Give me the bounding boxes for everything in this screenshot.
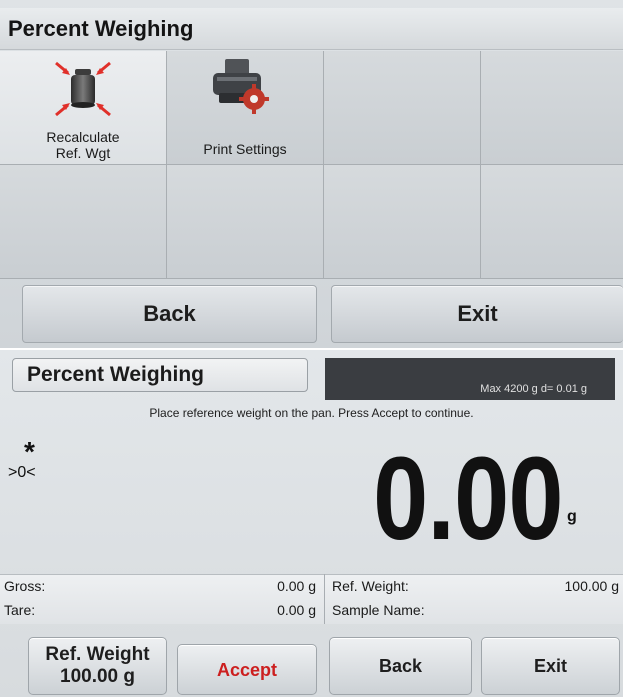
menu-item-empty (324, 165, 481, 279)
ref-weight-row: Ref. Weight: 100.00 g (328, 576, 623, 596)
tare-value: 0.00 g (277, 602, 316, 618)
ref-weight-label: Ref. Weight: (332, 578, 409, 594)
gross-value: 0.00 g (277, 578, 316, 594)
exit-button[interactable]: Exit (481, 637, 620, 695)
sample-name-row: Sample Name: (328, 600, 623, 620)
accept-button[interactable]: Accept (177, 644, 317, 695)
ref-weight-button-line1: Ref. Weight (45, 644, 150, 665)
menu-item-label-line1: Recalculate (46, 129, 120, 145)
weighing-title: Percent Weighing (12, 358, 308, 392)
tare-row: Tare: 0.00 g (0, 600, 320, 620)
weighing-panel: Percent Weighing Max 4200 g d= 0.01 g Pl… (0, 350, 623, 697)
menu-item-print-settings[interactable]: Print Settings (167, 51, 324, 165)
weight-unit: g (567, 508, 577, 525)
weight-reading: 0.00 (373, 433, 563, 565)
ref-weight-button[interactable]: Ref. Weight 100.00 g (28, 637, 167, 695)
ref-weight-button-line2: 100.00 g (60, 666, 135, 687)
info-divider (324, 574, 325, 624)
back-button[interactable]: Back (329, 637, 472, 695)
menu-item-empty (0, 165, 167, 279)
gross-label: Gross: (4, 578, 46, 594)
menu-exit-button[interactable]: Exit (331, 285, 623, 343)
capacity-info: Max 4200 g d= 0.01 g (325, 358, 615, 400)
menu-item-label-line2: Ref. Wgt (55, 145, 111, 161)
menu-item-recalculate-ref-wgt[interactable]: Recalculate Ref. Wgt (0, 51, 167, 165)
menu-item-empty (167, 165, 324, 279)
menu-back-button[interactable]: Back (22, 285, 317, 343)
ref-weight-value: 100.00 g (564, 578, 620, 594)
menu-title: Percent Weighing (8, 16, 194, 41)
weighing-button-row: Ref. Weight 100.00 g Accept Back Exit (0, 631, 623, 697)
menu-item-empty (324, 51, 481, 165)
gross-row: Gross: 0.00 g (0, 576, 320, 596)
menu-grid: Recalculate Ref. Wgt Print Settings (0, 51, 623, 279)
instruction-text: Place reference weight on the pan. Press… (149, 406, 474, 420)
sample-name-label: Sample Name: (332, 602, 425, 618)
menu-panel: Percent Weighing Recalculate Ref. Wgt Pr… (0, 0, 623, 348)
weight-recalculate-icon (55, 61, 111, 117)
center-zero-indicator: >0< (8, 464, 36, 481)
menu-item-empty (481, 51, 623, 165)
tare-label: Tare: (4, 602, 36, 618)
printer-settings-icon (213, 59, 269, 114)
menu-item-label: Print Settings (203, 141, 287, 157)
menu-title-bar: Percent Weighing (0, 8, 623, 50)
accept-label: Accept (216, 660, 278, 680)
menu-button-row: Back Exit (0, 285, 623, 343)
menu-item-empty (481, 165, 623, 279)
